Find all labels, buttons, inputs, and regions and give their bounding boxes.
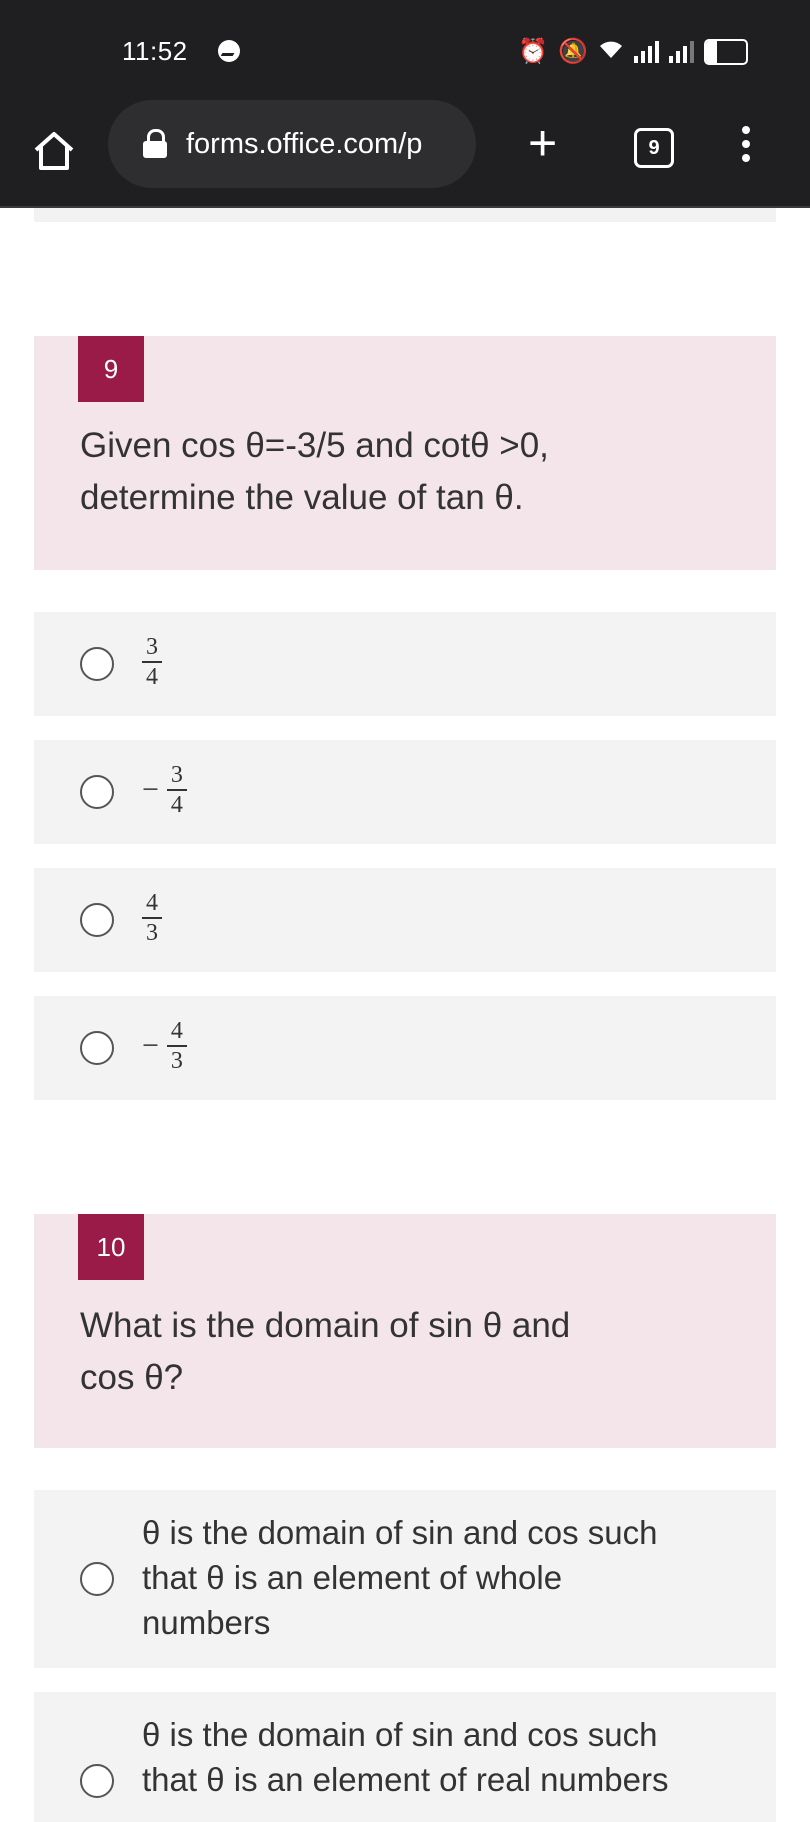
option-q9-4[interactable]: − 4 3: [34, 996, 776, 1100]
option-fraction: − 3 4: [142, 762, 187, 818]
question-card-10: 10 What is the domain of sin θ and cos θ…: [34, 1214, 776, 1448]
question-text: Given cos θ=-3/5 and cotθ >0, determine …: [80, 420, 720, 524]
mute-bell-icon: 🔕: [558, 38, 588, 65]
denominator: 3: [146, 920, 158, 946]
status-bar: 11:52 ⏰ 🔕 28: [0, 0, 810, 108]
option-text-line: numbers: [142, 1604, 271, 1641]
option-text-line: that θ is an element of real numbers: [142, 1761, 669, 1798]
option-q9-1[interactable]: 34: [34, 612, 776, 716]
option-q9-3[interactable]: 43: [34, 868, 776, 972]
minus-sign: −: [142, 1029, 159, 1062]
alarm-icon: ⏰: [518, 38, 549, 65]
option-text-line: θ is the domain of sin and cos such: [142, 1716, 658, 1753]
url-text: forms.office.com/p: [186, 127, 423, 160]
address-bar[interactable]: forms.office.com/p: [108, 100, 476, 188]
option-q10-1[interactable]: θ is the domain of sin and cos such that…: [34, 1490, 776, 1668]
question-number: 9: [78, 336, 144, 402]
browser-toolbar: forms.office.com/p + 9: [0, 100, 810, 208]
signal-1-icon: [634, 41, 659, 63]
denominator: 3: [170, 1048, 183, 1074]
home-button[interactable]: [28, 124, 80, 176]
minus-sign: −: [142, 773, 159, 806]
lock-icon: [142, 129, 168, 159]
option-fraction: − 4 3: [142, 1018, 187, 1074]
more-menu-icon[interactable]: [736, 122, 756, 172]
question-text-line: cos θ?: [80, 1358, 184, 1397]
question-text: What is the domain of sin θ and cos θ?: [80, 1300, 720, 1404]
question-number: 10: [78, 1214, 144, 1280]
home-icon: [34, 132, 74, 170]
denominator: 4: [170, 792, 183, 818]
numerator: 4: [170, 1018, 183, 1044]
messenger-icon: [218, 40, 240, 62]
option-text: θ is the domain of sin and cos such that…: [142, 1712, 742, 1802]
option-text-line: θ is the domain of sin and cos such: [142, 1514, 658, 1551]
option-text-line: that θ is an element of whole: [142, 1559, 563, 1596]
option-q10-2[interactable]: θ is the domain of sin and cos such that…: [34, 1692, 776, 1822]
numerator: 4: [146, 890, 158, 916]
question-text-line: Given cos θ=-3/5 and cotθ >0,: [80, 426, 549, 465]
tab-switcher-button[interactable]: 9: [634, 128, 674, 168]
denominator: 4: [146, 664, 158, 690]
option-fraction: 43: [142, 890, 162, 946]
option-fraction: 34: [142, 634, 162, 690]
previous-card-edge: [34, 208, 776, 222]
radio-button[interactable]: [80, 903, 114, 937]
radio-button[interactable]: [80, 1764, 114, 1798]
numerator: 3: [146, 634, 158, 660]
wifi-icon: [598, 38, 624, 66]
radio-button[interactable]: [80, 1562, 114, 1596]
radio-button[interactable]: [80, 647, 114, 681]
radio-button[interactable]: [80, 775, 114, 809]
question-card-9: 9 Given cos θ=-3/5 and cotθ >0, determin…: [34, 336, 776, 570]
signal-2-icon: [669, 41, 694, 63]
radio-button[interactable]: [80, 1031, 114, 1065]
option-text: θ is the domain of sin and cos such that…: [142, 1510, 742, 1645]
status-time: 11:52: [122, 36, 188, 66]
new-tab-button[interactable]: +: [528, 118, 557, 168]
battery-icon: 28: [704, 39, 748, 65]
question-text-line: determine the value of tan θ.: [80, 478, 524, 517]
numerator: 3: [170, 762, 183, 788]
option-q9-2[interactable]: − 3 4: [34, 740, 776, 844]
status-icons: ⏰ 🔕 28: [518, 38, 748, 66]
question-text-line: What is the domain of sin θ and: [80, 1306, 571, 1345]
battery-level: 28: [717, 43, 735, 60]
